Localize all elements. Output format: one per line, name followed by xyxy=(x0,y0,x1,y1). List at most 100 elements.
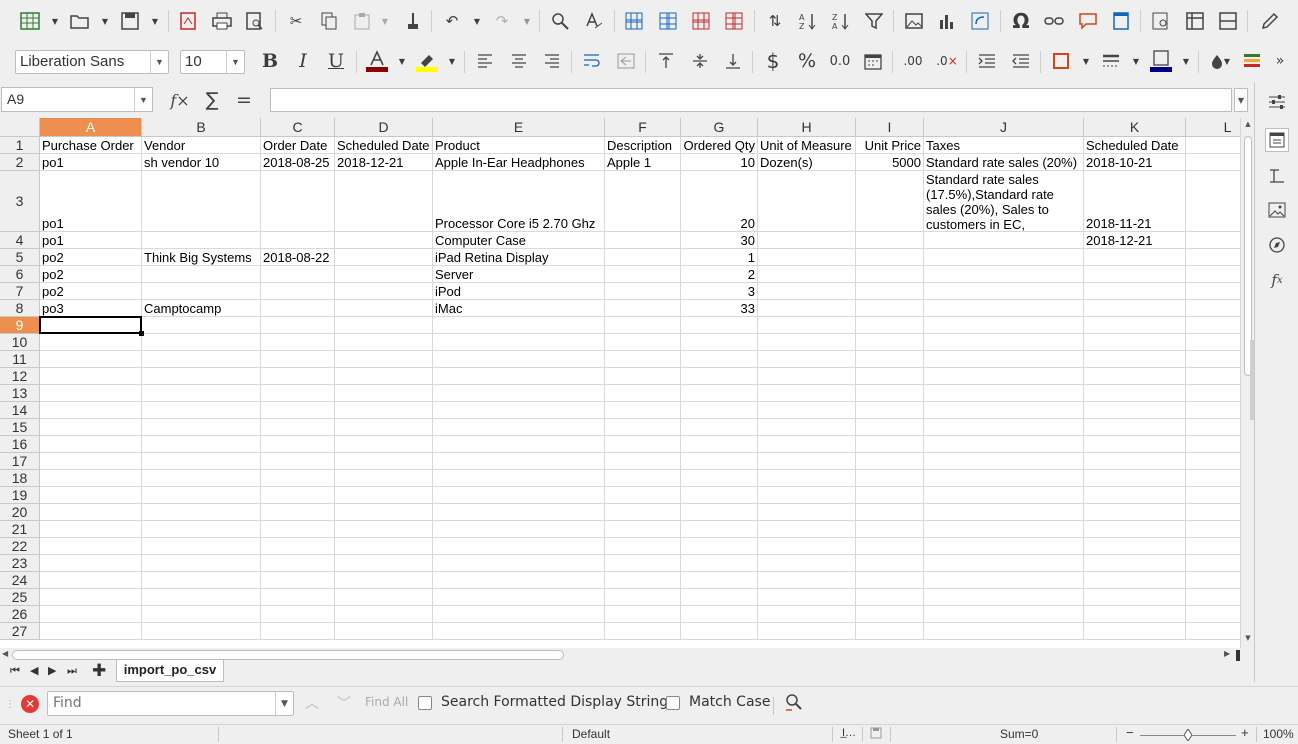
cell-a21[interactable] xyxy=(40,521,142,538)
cell-l25[interactable] xyxy=(1186,589,1240,606)
cell-c18[interactable] xyxy=(261,470,335,487)
cell-j10[interactable] xyxy=(924,334,1084,351)
zoom-in-icon[interactable]: + xyxy=(1241,725,1249,740)
redo-dropdown-icon[interactable]: ▼ xyxy=(522,9,532,33)
scroll-left-icon[interactable]: ◀ xyxy=(2,649,8,658)
cell-c5[interactable]: 2018-08-22 xyxy=(261,249,335,266)
cell-b15[interactable] xyxy=(142,419,261,436)
cell-f20[interactable] xyxy=(605,504,681,521)
last-sheet-icon[interactable]: ⏭ xyxy=(67,664,77,678)
row-header-5[interactable]: 5 xyxy=(0,249,40,266)
cell-e16[interactable] xyxy=(433,436,605,453)
cell-e15[interactable] xyxy=(433,419,605,436)
delete-decimal-place-icon[interactable]: .0 × xyxy=(935,49,959,73)
row-header-3[interactable]: 3 xyxy=(0,171,40,232)
cell-h3[interactable] xyxy=(758,171,856,232)
zoom-slider-thumb[interactable] xyxy=(1183,728,1193,742)
cell-g15[interactable] xyxy=(681,419,758,436)
column-icon[interactable] xyxy=(656,9,680,33)
cell-b18[interactable] xyxy=(142,470,261,487)
cell-k15[interactable] xyxy=(1084,419,1186,436)
cell-i23[interactable] xyxy=(856,555,924,572)
close-find-bar-icon[interactable]: ✕ xyxy=(21,695,39,713)
cell-h10[interactable] xyxy=(758,334,856,351)
cell-a19[interactable] xyxy=(40,487,142,504)
cell-b13[interactable] xyxy=(142,385,261,402)
cell-f16[interactable] xyxy=(605,436,681,453)
cell-d3[interactable] xyxy=(335,171,433,232)
chevron-down-icon[interactable]: ▼ xyxy=(134,88,152,111)
cell-c15[interactable] xyxy=(261,419,335,436)
special-character-icon[interactable]: Ω xyxy=(1009,9,1033,33)
cell-l16[interactable] xyxy=(1186,436,1240,453)
cell-b14[interactable] xyxy=(142,402,261,419)
function-wizard-icon[interactable]: f× xyxy=(168,88,192,112)
highlighting-color-icon[interactable] xyxy=(415,49,439,73)
cell-k24[interactable] xyxy=(1084,572,1186,589)
next-sheet-icon[interactable]: ▶ xyxy=(48,664,56,677)
cell-i11[interactable] xyxy=(856,351,924,368)
cell-h6[interactable] xyxy=(758,266,856,283)
cell-j16[interactable] xyxy=(924,436,1084,453)
find-replace-icon[interactable] xyxy=(548,9,572,33)
define-print-area-icon[interactable] xyxy=(1149,9,1173,33)
cell-j15[interactable] xyxy=(924,419,1084,436)
cell-d22[interactable] xyxy=(335,538,433,555)
clone-formatting-icon[interactable] xyxy=(401,9,425,33)
cell-i18[interactable] xyxy=(856,470,924,487)
new-dropdown-icon[interactable]: ▼ xyxy=(50,9,60,33)
cell-d23[interactable] xyxy=(335,555,433,572)
cell-c26[interactable] xyxy=(261,606,335,623)
cell-l27[interactable] xyxy=(1186,623,1240,640)
row-header-18[interactable]: 18 xyxy=(0,470,40,487)
cell-f19[interactable] xyxy=(605,487,681,504)
cell-l5[interactable] xyxy=(1186,249,1240,266)
cell-i7[interactable] xyxy=(856,283,924,300)
row-header-7[interactable]: 7 xyxy=(0,283,40,300)
column-header-l[interactable]: L xyxy=(1186,118,1240,137)
cell-j4[interactable] xyxy=(924,232,1084,249)
styles-icon[interactable] xyxy=(1265,128,1289,152)
cell-f23[interactable] xyxy=(605,555,681,572)
cell-d8[interactable] xyxy=(335,300,433,317)
find-input[interactable]: ▼ xyxy=(47,691,294,716)
cell-k7[interactable] xyxy=(1084,283,1186,300)
cell-j18[interactable] xyxy=(924,470,1084,487)
cell-b3[interactable] xyxy=(142,171,261,232)
cell-i27[interactable] xyxy=(856,623,924,640)
cell-e17[interactable] xyxy=(433,453,605,470)
cell-b20[interactable] xyxy=(142,504,261,521)
cell-b22[interactable] xyxy=(142,538,261,555)
cell-f3[interactable] xyxy=(605,171,681,232)
cell-h4[interactable] xyxy=(758,232,856,249)
cell-i3[interactable] xyxy=(856,171,924,232)
cell-k2[interactable]: 2018-10-21 xyxy=(1084,154,1186,171)
cell-g4[interactable]: 30 xyxy=(681,232,758,249)
cell-i8[interactable] xyxy=(856,300,924,317)
cell-g16[interactable] xyxy=(681,436,758,453)
open-folder-icon[interactable] xyxy=(68,9,92,33)
cell-c19[interactable] xyxy=(261,487,335,504)
center-vertically-icon[interactable] xyxy=(688,49,712,73)
gallery-icon[interactable] xyxy=(1265,164,1289,188)
cell-h15[interactable] xyxy=(758,419,856,436)
cell-b19[interactable] xyxy=(142,487,261,504)
find-all-button[interactable]: Find All xyxy=(365,695,408,709)
row-header-23[interactable]: 23 xyxy=(0,555,40,572)
headers-footers-icon[interactable] xyxy=(1109,9,1133,33)
cell-k1[interactable]: Scheduled Date xyxy=(1084,137,1186,154)
cell-g17[interactable] xyxy=(681,453,758,470)
paste-dropdown-icon[interactable]: ▼ xyxy=(380,9,390,33)
row-header-25[interactable]: 25 xyxy=(0,589,40,606)
row-header-19[interactable]: 19 xyxy=(0,487,40,504)
cell-j23[interactable] xyxy=(924,555,1084,572)
cell-l3[interactable] xyxy=(1186,171,1240,232)
cell-a12[interactable] xyxy=(40,368,142,385)
cell-f25[interactable] xyxy=(605,589,681,606)
cell-d12[interactable] xyxy=(335,368,433,385)
cell-d2[interactable]: 2018-12-21 xyxy=(335,154,433,171)
borders-dropdown-icon[interactable]: ▼ xyxy=(1081,49,1091,73)
column-header-b[interactable]: B xyxy=(142,118,261,137)
redo-icon[interactable]: ↷ xyxy=(490,9,514,33)
cell-g13[interactable] xyxy=(681,385,758,402)
